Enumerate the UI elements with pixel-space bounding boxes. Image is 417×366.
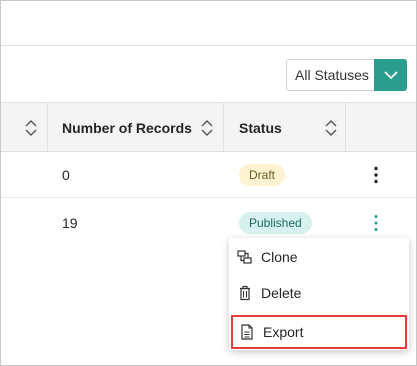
records-cell: 19 [62,215,78,231]
menu-item-label: Export [263,324,304,340]
document-icon [239,324,255,340]
column-header-records[interactable]: Number of Records [48,103,224,151]
status-filter-value[interactable]: All Statuses [286,59,374,91]
table-header: Number of Records Status [1,102,416,152]
table-row[interactable]: 0 Draft [1,152,416,198]
column-header-records-label: Number of Records [62,120,192,136]
chevron-down-icon [383,70,398,79]
row-actions-menu: Clone Delete Export [229,238,409,350]
menu-item-label: Delete [261,285,302,301]
status-filter-toggle[interactable] [374,59,407,91]
menu-item-label: Clone [261,249,298,265]
clone-icon [237,249,253,265]
column-header-status-label: Status [239,120,282,136]
more-vertical-icon [374,215,378,231]
column-header-actions [346,103,416,151]
menu-item-export[interactable]: Export [231,315,407,349]
top-bar [1,1,416,46]
status-badge: Draft [239,164,286,186]
status-filter-dropdown[interactable]: All Statuses [286,59,407,91]
menu-item-clone[interactable]: Clone [229,240,409,274]
records-cell: 0 [62,167,70,183]
column-header-previous[interactable] [1,103,48,151]
app-frame: All Statuses Number of Records Status 0 … [0,0,417,366]
menu-item-delete[interactable]: Delete [229,276,409,310]
status-badge: Published [239,212,312,234]
row-actions-button[interactable] [368,164,384,186]
trash-icon [237,285,253,301]
row-actions-button[interactable] [368,212,384,234]
column-header-status[interactable]: Status [224,103,346,151]
more-vertical-icon [374,166,378,184]
sort-icon[interactable] [324,118,338,138]
sort-icon[interactable] [200,118,214,138]
sort-icon[interactable] [24,118,38,138]
